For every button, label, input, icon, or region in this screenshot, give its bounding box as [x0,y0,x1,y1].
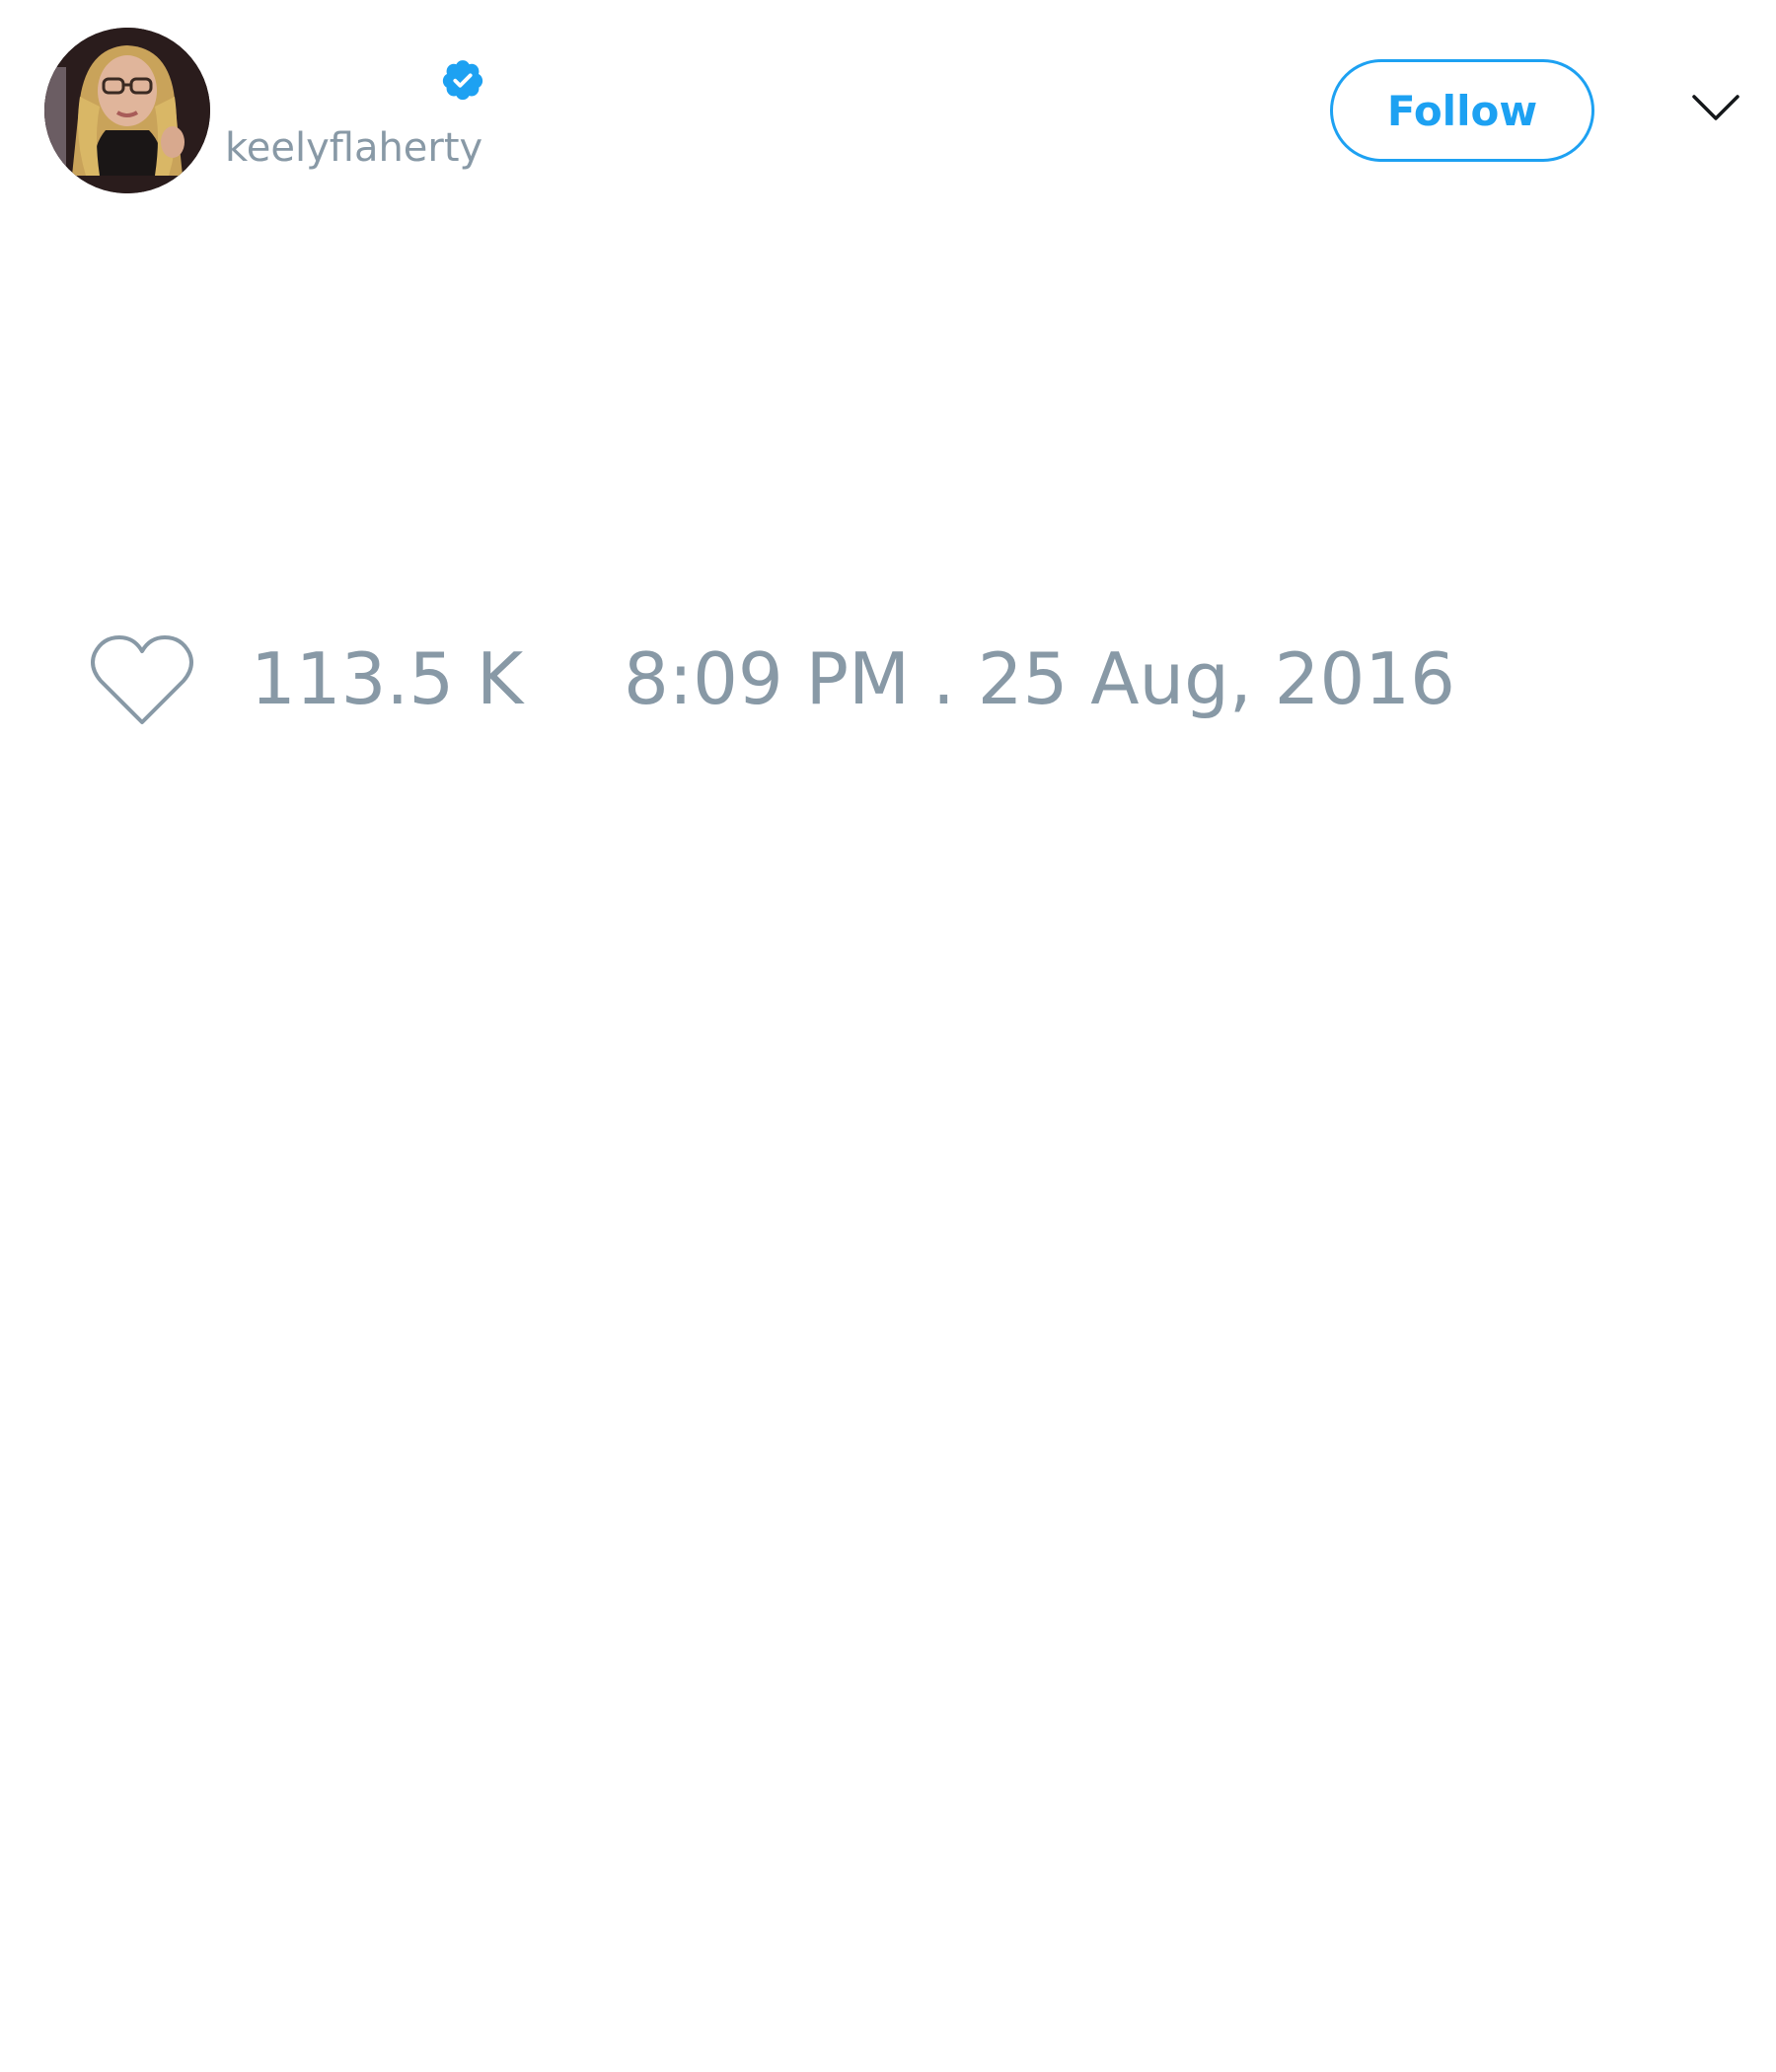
chevron-down-icon[interactable] [1691,91,1740,126]
verified-badge-icon [440,57,485,103]
avatar[interactable] [44,28,210,193]
author-handle[interactable]: keelyflaherty [225,128,482,168]
follow-button[interactable]: Follow [1330,59,1594,162]
tweet-timestamp[interactable]: 8:09 PM . 25 Aug, 2016 [624,643,1455,714]
profile-photo [44,28,210,193]
like-count: 113.5 K [251,637,524,720]
heart-outline-icon[interactable] [87,631,197,730]
